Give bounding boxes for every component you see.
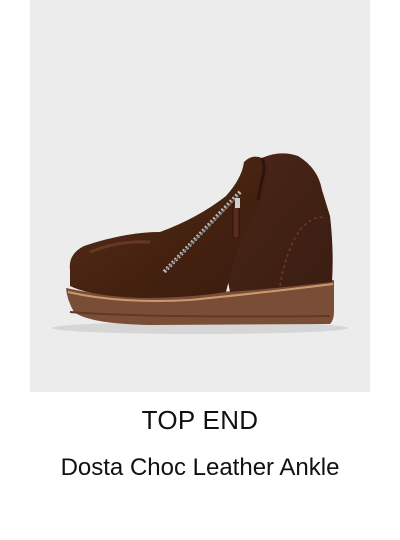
product-card[interactable]: TOP END Dosta Choc Leather Ankle bbox=[0, 0, 400, 540]
product-name[interactable]: Dosta Choc Leather Ankle bbox=[0, 452, 400, 484]
product-image[interactable] bbox=[30, 0, 370, 392]
ankle-boot-photo bbox=[52, 153, 348, 334]
product-brand[interactable]: TOP END bbox=[0, 404, 400, 436]
